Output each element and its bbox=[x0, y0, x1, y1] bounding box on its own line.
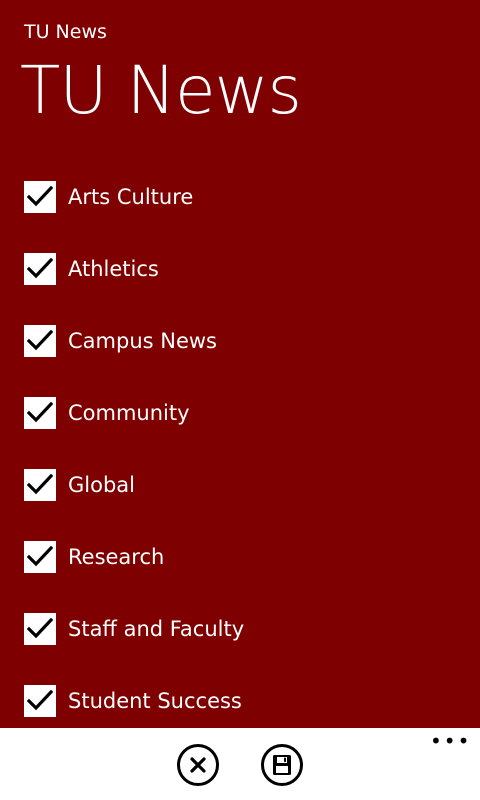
checkbox[interactable] bbox=[24, 469, 56, 501]
checkmark-icon bbox=[27, 401, 53, 423]
app-bar bbox=[0, 728, 480, 800]
category-list: Arts Culture Athletics Campus News Commu… bbox=[24, 181, 454, 757]
checkbox[interactable] bbox=[24, 685, 56, 717]
checkmark-icon bbox=[27, 617, 53, 639]
checkbox[interactable] bbox=[24, 613, 56, 645]
category-label: Athletics bbox=[68, 257, 159, 281]
save-icon bbox=[261, 744, 303, 786]
category-label: Campus News bbox=[68, 329, 217, 353]
category-item-global[interactable]: Global bbox=[24, 469, 454, 541]
app-title-small: TU News bbox=[24, 21, 107, 43]
category-item-athletics[interactable]: Athletics bbox=[24, 253, 454, 325]
checkmark-icon bbox=[27, 329, 53, 351]
category-label: Research bbox=[68, 545, 165, 569]
page-title: TU News bbox=[20, 52, 302, 129]
category-label: Global bbox=[68, 473, 135, 497]
category-item-research[interactable]: Research bbox=[24, 541, 454, 613]
checkmark-icon bbox=[27, 689, 53, 711]
checkbox[interactable] bbox=[24, 253, 56, 285]
checkmark-icon bbox=[27, 473, 53, 495]
checkbox[interactable] bbox=[24, 181, 56, 213]
checkbox[interactable] bbox=[24, 397, 56, 429]
checkmark-icon bbox=[27, 545, 53, 567]
category-item-staff-and-faculty[interactable]: Staff and Faculty bbox=[24, 613, 454, 685]
category-label: Staff and Faculty bbox=[68, 617, 245, 641]
checkbox[interactable] bbox=[24, 325, 56, 357]
cancel-button[interactable] bbox=[176, 743, 220, 787]
checkmark-icon bbox=[27, 185, 53, 207]
checkmark-icon bbox=[27, 257, 53, 279]
checkbox[interactable] bbox=[24, 541, 56, 573]
close-icon bbox=[177, 744, 219, 786]
category-label: Community bbox=[68, 401, 190, 425]
category-item-arts-culture[interactable]: Arts Culture bbox=[24, 181, 454, 253]
category-item-community[interactable]: Community bbox=[24, 397, 454, 469]
save-button[interactable] bbox=[260, 743, 304, 787]
more-options-ellipsis[interactable]: ••• bbox=[430, 731, 469, 751]
category-label: Student Success bbox=[68, 689, 242, 713]
category-label: Arts Culture bbox=[68, 185, 194, 209]
category-item-campus-news[interactable]: Campus News bbox=[24, 325, 454, 397]
